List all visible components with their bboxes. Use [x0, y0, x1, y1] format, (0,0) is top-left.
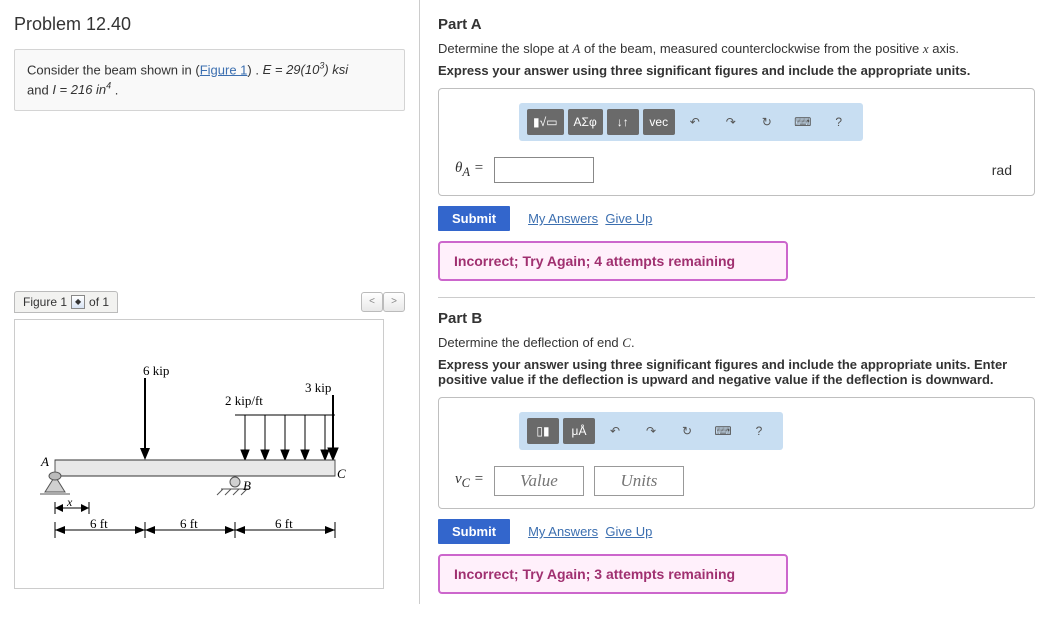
- part-b-title: Part B: [438, 310, 1035, 327]
- part-a-desc: Determine the slope at A of the beam, me…: [438, 41, 1035, 57]
- undo-button[interactable]: ↶: [599, 418, 631, 444]
- svg-text:6 ft: 6 ft: [275, 516, 293, 531]
- figure-selector[interactable]: ◆: [71, 295, 85, 309]
- svg-text:6 ft: 6 ft: [180, 516, 198, 531]
- figure-link[interactable]: Figure 1: [200, 62, 248, 77]
- part-b-feedback: Incorrect; Try Again; 3 attempts remaini…: [438, 554, 788, 594]
- figure-prev-button[interactable]: <: [361, 292, 383, 312]
- beam-diagram: 6 kip 2 kip/ft 3 kip: [35, 360, 355, 580]
- svg-text:B: B: [243, 478, 251, 493]
- part-b-value-input[interactable]: [494, 466, 584, 496]
- figure-next-button[interactable]: >: [383, 292, 405, 312]
- part-a-var-label: θA =: [455, 160, 484, 180]
- help-button[interactable]: ?: [823, 109, 855, 135]
- part-a-unit: rad: [992, 162, 1012, 178]
- problem-statement: Consider the beam shown in (Figure 1) . …: [14, 49, 405, 111]
- redo-button[interactable]: ↷: [635, 418, 667, 444]
- greek-button[interactable]: ΑΣφ: [568, 109, 603, 135]
- template-button[interactable]: ▯▮: [527, 418, 559, 444]
- part-b-giveup-link[interactable]: Give Up: [605, 524, 652, 539]
- svg-text:A: A: [40, 454, 49, 469]
- help-button[interactable]: ?: [743, 418, 775, 444]
- redo-button[interactable]: ↷: [715, 109, 747, 135]
- svg-text:C: C: [337, 466, 346, 481]
- figure-canvas: 6 kip 2 kip/ft 3 kip: [14, 319, 384, 589]
- template-button[interactable]: ▮√▭: [527, 109, 564, 135]
- arrows-button[interactable]: ↓↑: [607, 109, 639, 135]
- part-a-answer-box: ▮√▭ ΑΣφ ↓↑ vec ↶ ↷ ↻ ⌨ ? θA = rad: [438, 88, 1035, 196]
- part-a-feedback: Incorrect; Try Again; 4 attempts remaini…: [438, 241, 788, 281]
- part-b-instr: Express your answer using three signific…: [438, 357, 1035, 387]
- part-b-toolbar: ▯▮ μÅ ↶ ↷ ↻ ⌨ ?: [519, 412, 783, 450]
- svg-text:2 kip/ft: 2 kip/ft: [225, 393, 263, 408]
- part-b-myanswers-link[interactable]: My Answers: [528, 524, 598, 539]
- figure-tab[interactable]: Figure 1 ◆ of 1: [14, 291, 118, 313]
- problem-title: Problem 12.40: [14, 14, 405, 35]
- part-a-myanswers-link[interactable]: My Answers: [528, 211, 598, 226]
- svg-text:3 kip: 3 kip: [305, 380, 331, 395]
- svg-text:6 ft: 6 ft: [90, 516, 108, 531]
- svg-text:6 kip: 6 kip: [143, 363, 169, 378]
- part-a-answer-input[interactable]: [494, 157, 594, 183]
- part-b-var-label: vC =: [455, 471, 484, 491]
- reset-button[interactable]: ↻: [751, 109, 783, 135]
- part-b-desc: Determine the deflection of end C.: [438, 335, 1035, 351]
- part-b-submit-button[interactable]: Submit: [438, 519, 510, 544]
- vec-button[interactable]: vec: [643, 109, 675, 135]
- keyboard-button[interactable]: ⌨: [707, 418, 739, 444]
- part-b-units-input[interactable]: [594, 466, 684, 496]
- svg-text:x: x: [66, 495, 73, 509]
- units-button[interactable]: μÅ: [563, 418, 595, 444]
- part-a-toolbar: ▮√▭ ΑΣφ ↓↑ vec ↶ ↷ ↻ ⌨ ?: [519, 103, 863, 141]
- part-a-giveup-link[interactable]: Give Up: [605, 211, 652, 226]
- part-a-instr: Express your answer using three signific…: [438, 63, 1035, 78]
- part-a-title: Part A: [438, 16, 1035, 33]
- part-a-submit-button[interactable]: Submit: [438, 206, 510, 231]
- part-b-answer-box: ▯▮ μÅ ↶ ↷ ↻ ⌨ ? vC =: [438, 397, 1035, 509]
- keyboard-button[interactable]: ⌨: [787, 109, 819, 135]
- undo-button[interactable]: ↶: [679, 109, 711, 135]
- reset-button[interactable]: ↻: [671, 418, 703, 444]
